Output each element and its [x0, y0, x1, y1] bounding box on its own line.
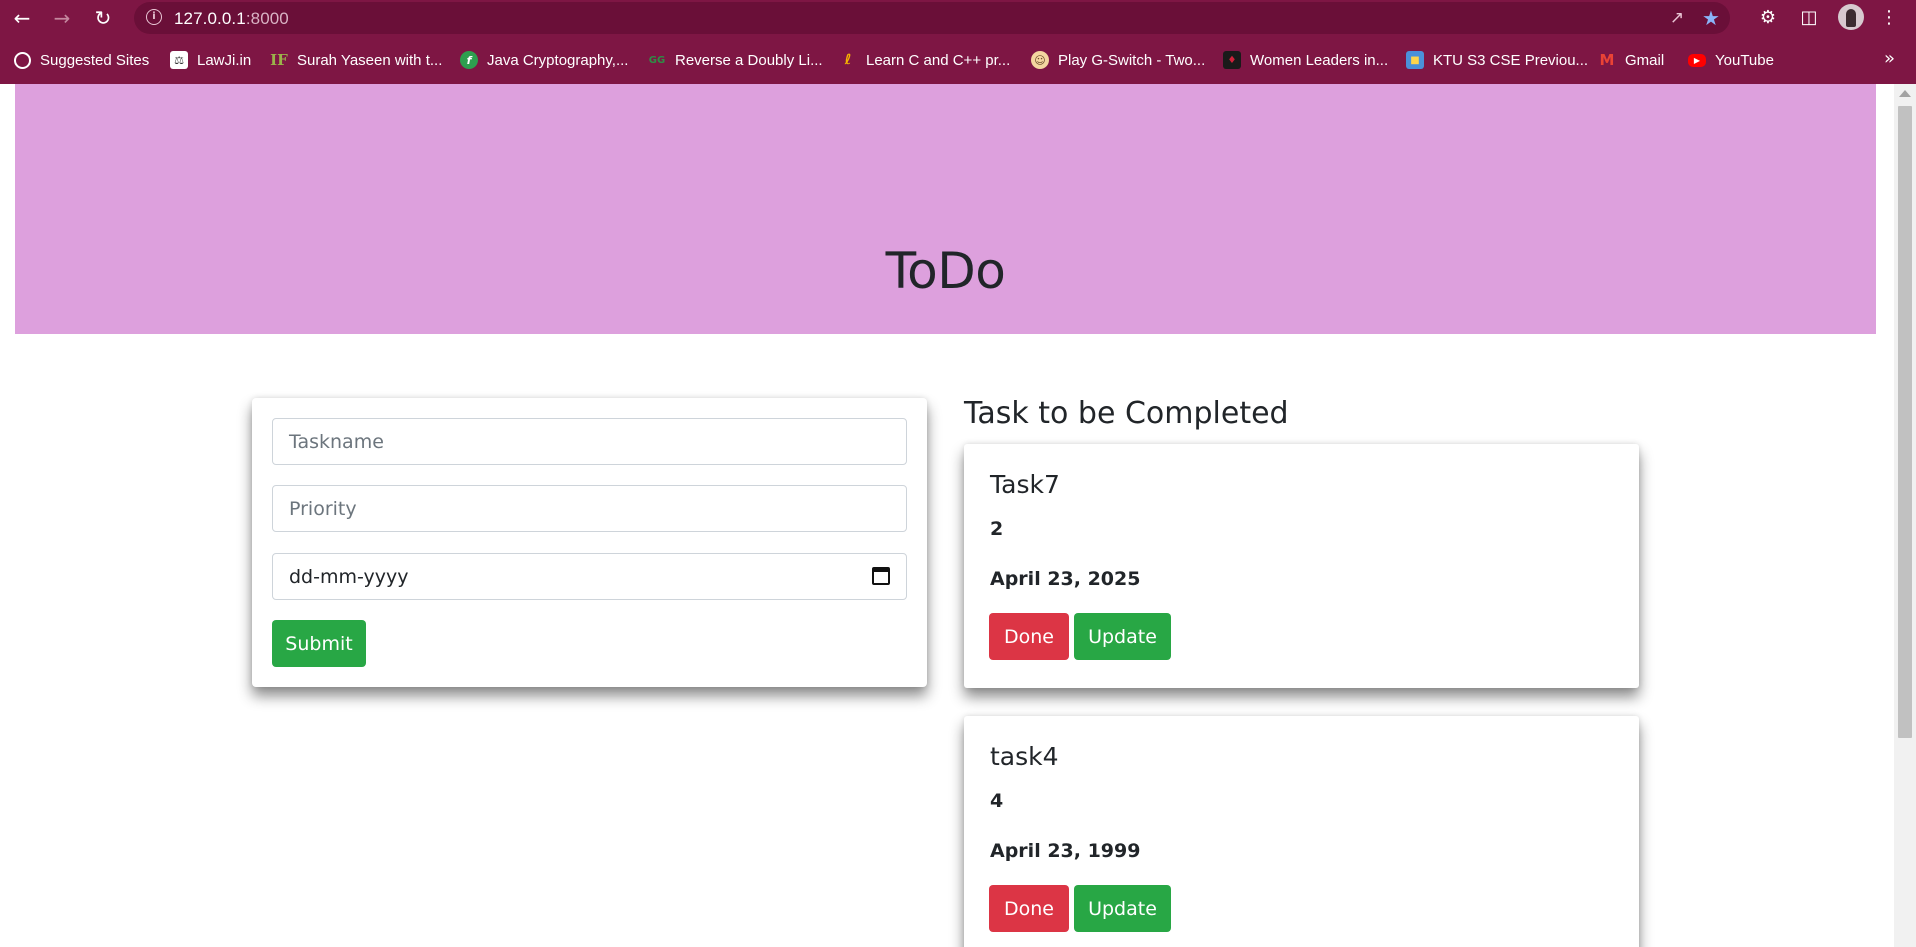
url-port: :8000: [245, 9, 289, 28]
extensions-puzzle-icon[interactable]: ⚙: [1755, 5, 1781, 31]
update-button[interactable]: Update: [1074, 613, 1171, 660]
bookmark-suggested-sites[interactable]: Suggested Sites: [14, 49, 149, 71]
done-label: Done: [1004, 897, 1054, 920]
if-icon: IF: [270, 51, 288, 69]
globe-icon: [14, 51, 31, 69]
bookmark-women-leaders[interactable]: ♦ Women Leaders in...: [1223, 49, 1388, 71]
priority-input[interactable]: Priority: [272, 485, 907, 532]
bookmark-label: Suggested Sites: [40, 51, 150, 69]
taskname-input[interactable]: Taskname: [272, 418, 907, 465]
shield-icon: ♦: [1223, 51, 1241, 69]
done-label: Done: [1004, 625, 1054, 648]
priority-placeholder: Priority: [289, 497, 357, 520]
bookmark-label: Surah Yaseen with t...: [297, 51, 443, 69]
tasks-heading: Task to be Completed: [964, 396, 1289, 431]
done-button[interactable]: Done: [989, 613, 1069, 660]
task-card: task4 4 April 23, 1999 Done Update: [964, 716, 1639, 947]
task-due-date: April 23, 1999: [990, 840, 1141, 862]
bookmark-reverse-doubly[interactable]: GG Reverse a Doubly Li...: [648, 49, 823, 71]
browser-toolbar: ← → ↻ i 127.0.0.1:8000 ↗ ★ ⚙ ◫ ⋮: [0, 0, 1916, 36]
update-label: Update: [1088, 625, 1157, 648]
submit-label: Submit: [285, 632, 353, 655]
menu-kebab-icon[interactable]: ⋮: [1876, 5, 1902, 31]
update-button[interactable]: Update: [1074, 885, 1171, 932]
bookmark-label: YouTube: [1715, 51, 1774, 69]
calendar-icon[interactable]: [872, 567, 890, 585]
task-priority: 2: [990, 518, 1004, 540]
reload-icon[interactable]: ↻: [89, 4, 117, 32]
bookmark-g-switch[interactable]: ☺ Play G-Switch - Two...: [1031, 49, 1205, 71]
profile-avatar[interactable]: [1838, 4, 1864, 30]
side-panel-icon[interactable]: ◫: [1796, 5, 1822, 31]
bookmark-gmail[interactable]: M Gmail: [1598, 49, 1665, 71]
bookmark-star-icon[interactable]: ★: [1700, 7, 1722, 29]
date-placeholder: dd-mm-yyyy: [289, 565, 409, 588]
f-leaf-icon: f: [460, 51, 478, 69]
address-bar[interactable]: i 127.0.0.1:8000 ↗ ★: [134, 2, 1730, 34]
task-priority: 4: [990, 790, 1004, 812]
task-due-date: April 23, 2025: [990, 568, 1141, 590]
bookmark-label: Play G-Switch - Two...: [1058, 51, 1206, 69]
bookmark-label: LawJi.in: [197, 51, 252, 69]
youtube-icon: ▶: [1688, 53, 1706, 67]
page-scrollbar[interactable]: [1894, 84, 1916, 947]
hero-banner: ToDo: [15, 84, 1876, 334]
address-url[interactable]: 127.0.0.1:8000: [174, 9, 289, 29]
scroll-up-arrow-icon[interactable]: [1899, 90, 1911, 97]
bookmarks-bar: Suggested Sites ⚖ LawJi.in IF Surah Yase…: [0, 36, 1916, 84]
url-host: 127.0.0.1: [174, 9, 246, 28]
bookmark-label: Learn C and C++ pr...: [866, 51, 1011, 69]
forward-arrow-icon[interactable]: →: [48, 4, 76, 32]
scrollbar-thumb[interactable]: [1898, 106, 1912, 738]
page-title: ToDo: [885, 242, 1006, 300]
page-viewport: ToDo Taskname Priority dd-mm-yyyy Submit…: [0, 84, 1916, 947]
done-button[interactable]: Done: [989, 885, 1069, 932]
date-input[interactable]: dd-mm-yyyy: [272, 553, 907, 600]
bookmark-label: Reverse a Doubly Li...: [675, 51, 823, 69]
update-label: Update: [1088, 897, 1157, 920]
site-info-icon[interactable]: i: [146, 9, 162, 25]
bookmark-surah-yaseen[interactable]: IF Surah Yaseen with t...: [270, 49, 442, 71]
bookmark-label: Java Cryptography,...: [487, 51, 629, 69]
gfg-icon: GG: [648, 54, 666, 66]
task-name: task4: [990, 742, 1059, 771]
js-icon: ℓ: [844, 52, 852, 68]
task-card: Task7 2 April 23, 2025 Done Update: [964, 444, 1639, 688]
bookmark-java-cryptography[interactable]: f Java Cryptography,...: [460, 49, 628, 71]
taskname-placeholder: Taskname: [289, 430, 384, 453]
bookmark-learn-c[interactable]: ℓ Learn C and C++ pr...: [839, 49, 1011, 71]
bookmark-youtube[interactable]: ▶ YouTube: [1688, 49, 1774, 71]
task-name: Task7: [990, 470, 1060, 499]
book-icon: ■: [1406, 51, 1424, 69]
bookmark-label: Gmail: [1625, 51, 1665, 69]
scales-icon: ⚖: [170, 51, 188, 69]
bookmark-lawji[interactable]: ⚖ LawJi.in: [170, 49, 251, 71]
bookmarks-overflow-icon[interactable]: »: [1884, 48, 1895, 69]
submit-button[interactable]: Submit: [272, 620, 366, 667]
add-task-form: Taskname Priority dd-mm-yyyy Submit: [252, 398, 927, 687]
gmail-icon: M: [1599, 51, 1615, 69]
face-icon: ☺: [1031, 51, 1049, 69]
share-icon[interactable]: ↗: [1666, 7, 1688, 29]
bookmark-label: KTU S3 CSE Previou...: [1433, 51, 1589, 69]
bookmark-ktu[interactable]: ■ KTU S3 CSE Previou...: [1406, 49, 1588, 71]
back-arrow-icon[interactable]: ←: [8, 4, 36, 32]
bookmark-label: Women Leaders in...: [1250, 51, 1389, 69]
